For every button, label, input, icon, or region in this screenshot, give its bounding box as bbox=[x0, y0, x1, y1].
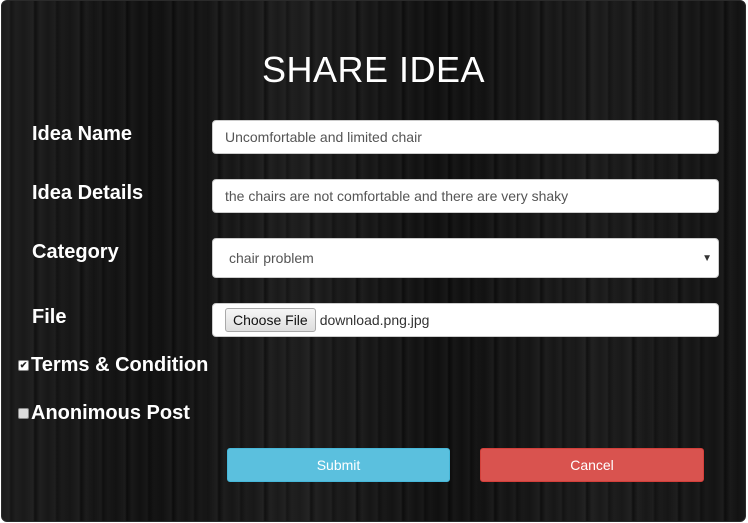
anonymous-row: Anonimous Post bbox=[18, 402, 190, 425]
choose-file-button[interactable]: Choose File bbox=[225, 308, 316, 332]
submit-button[interactable]: Submit bbox=[227, 448, 450, 482]
chevron-down-icon: ▼ bbox=[702, 252, 712, 264]
category-selected-value: chair problem bbox=[229, 250, 314, 266]
anonymous-checkbox[interactable] bbox=[18, 408, 29, 419]
cancel-button[interactable]: Cancel bbox=[480, 448, 704, 482]
idea-name-label: Idea Name bbox=[32, 123, 133, 145]
page-title: SHARE IDEA bbox=[261, 49, 486, 90]
file-label: File bbox=[32, 306, 67, 328]
idea-details-input[interactable]: the chairs are not comfortable and there… bbox=[212, 179, 719, 213]
idea-name-input[interactable]: Uncomfortable and limited chair bbox=[212, 120, 719, 154]
file-input[interactable]: Choose File download.png.jpg bbox=[212, 303, 719, 337]
idea-details-value: the chairs are not comfortable and there… bbox=[225, 188, 569, 204]
category-label: Category bbox=[32, 241, 119, 263]
category-select[interactable]: chair problem ▼ bbox=[212, 238, 719, 278]
share-idea-panel: SHARE IDEA Idea Name Uncomfortable and l… bbox=[1, 0, 746, 522]
terms-checkbox[interactable]: ✔ bbox=[18, 360, 29, 371]
file-name-text: download.png.jpg bbox=[319, 312, 430, 328]
idea-details-label: Idea Details bbox=[32, 182, 144, 204]
anonymous-label: Anonimous Post bbox=[31, 402, 190, 424]
idea-name-value: Uncomfortable and limited chair bbox=[225, 129, 422, 145]
checkmark-icon: ✔ bbox=[19, 360, 28, 370]
terms-label: Terms & Condition bbox=[31, 354, 209, 376]
terms-row: ✔ Terms & Condition bbox=[18, 354, 208, 377]
